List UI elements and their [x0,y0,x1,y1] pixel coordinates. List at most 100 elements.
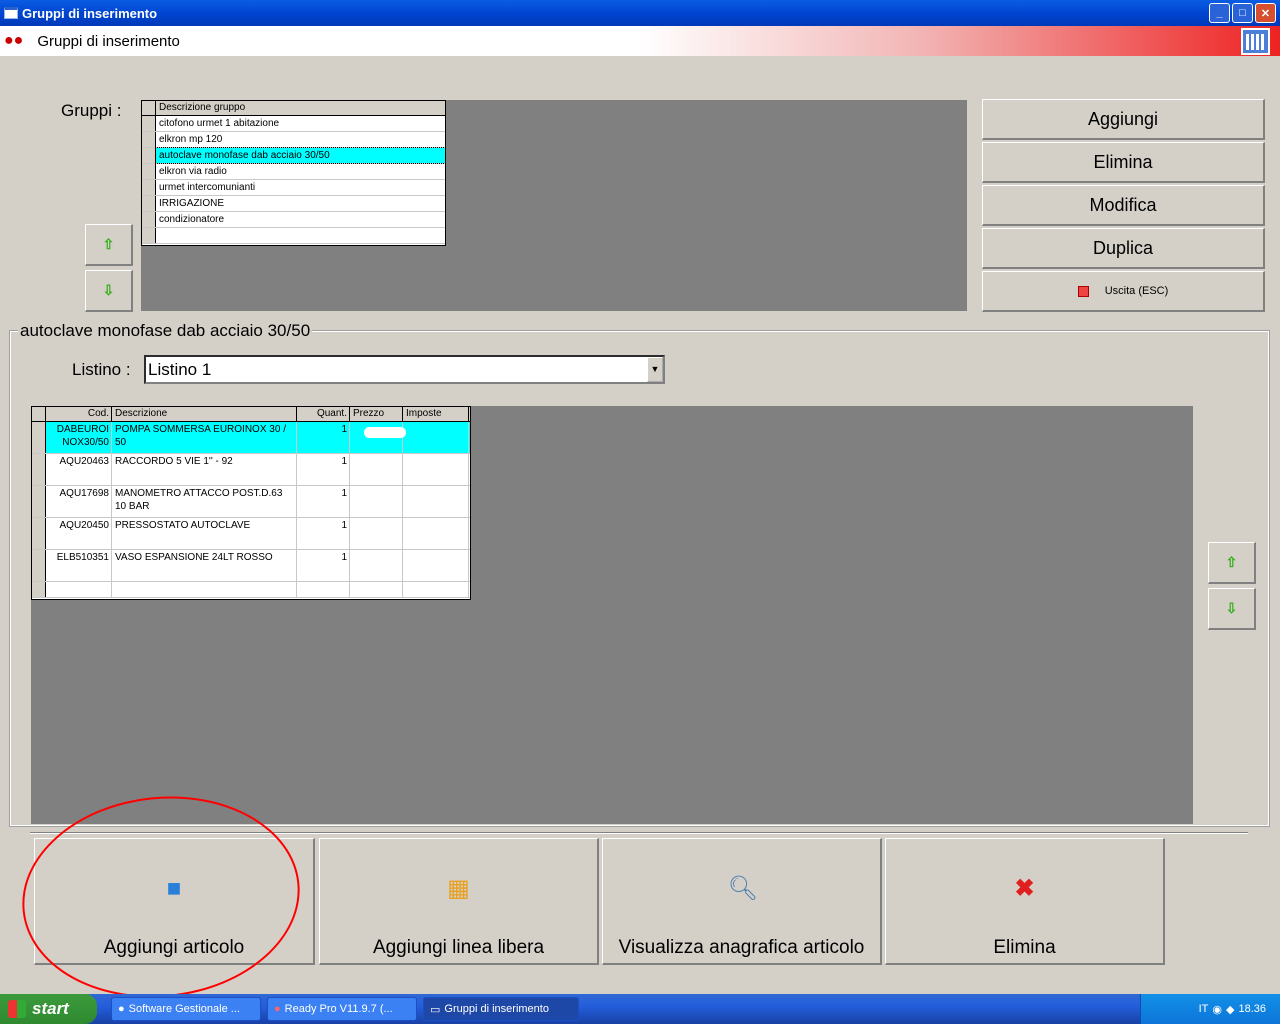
taskbar-item-label: Ready Pro V11.9.7 (... [284,1003,393,1015]
network-icon[interactable]: ◉ [1212,1003,1222,1016]
edit-group-button[interactable]: Modifica [982,185,1265,226]
column-header[interactable]: Cod. [46,407,112,421]
chevron-down-icon[interactable]: ▼ [647,357,663,382]
article-qty-cell: 1 [297,518,350,549]
arrow-down-icon: ⇩ [1225,600,1238,616]
clock: 18.36 [1238,1003,1266,1015]
exit-label: Uscita (ESC) [1104,285,1169,297]
column-header[interactable]: Descrizione [112,407,297,421]
new-row[interactable] [32,582,470,598]
table-add-icon: ▦ [447,875,470,902]
article-tax-cell [403,518,469,549]
view-article-button[interactable]: 🔍︎ Visualizza anagrafica articolo [602,838,882,965]
redacted-price-mark [364,427,406,438]
magnifier-document-icon: 🔍︎ [727,875,758,902]
article-desc-cell: MANOMETRO ATTACCO POST.D.63 10 BAR [112,486,297,517]
delete-article-label: Elimina [993,937,1056,958]
group-row[interactable]: IRRIGAZIONE [142,196,445,212]
row-header[interactable] [142,116,156,131]
window-icon [4,7,18,19]
group-row[interactable]: elkron mp 120 [142,132,445,148]
duplicate-group-button[interactable]: Duplica [982,228,1265,269]
article-row[interactable]: AQU20450 PRESSOSTATO AUTOCLAVE 1 [32,518,470,550]
groups-column-header[interactable]: Descrizione gruppo [156,101,445,115]
article-tax-cell [403,486,469,517]
calendar-icon[interactable] [1241,28,1270,55]
add-free-line-button[interactable]: ▦ Aggiungi linea libera [319,838,599,965]
article-qty-cell: 1 [297,486,350,517]
articles-move-down-button[interactable]: ⇩ [1208,588,1256,630]
article-row[interactable]: AQU17698 MANOMETRO ATTACCO POST.D.63 10 B… [32,486,470,518]
shield-icon[interactable]: ◆ [1226,1003,1234,1016]
start-button[interactable]: start [0,994,97,1024]
group-cell: condizionatore [159,214,225,225]
article-row[interactable]: ELB510351 VASO ESPANSIONE 24LT ROSSO 1 [32,550,470,582]
delete-article-button[interactable]: ✖ Elimina [885,838,1165,965]
group-row[interactable]: autoclave monofase dab acciaio 30/50 [142,147,445,164]
delete-group-button[interactable]: Elimina [982,142,1265,183]
window-titlebar: Gruppi di inserimento _ □ ✕ [0,0,1280,26]
article-qty-cell: 1 [297,422,350,453]
taskbar-item[interactable]: ● Ready Pro V11.9.7 (... [267,997,417,1021]
taskbar-item-label: Software Gestionale ... [128,1003,240,1015]
group-row[interactable]: urmet intercomunianti [142,180,445,196]
article-row[interactable]: DABEUROI NOX30/50 POMPA SOMMERSA EUROINOX… [32,422,470,454]
taskbar: start ● Software Gestionale ... ● Ready Pr… [0,994,1280,1024]
article-desc-cell: RACCORDO 5 VIE 1'' - 92 [112,454,297,485]
row-header[interactable] [142,132,156,147]
row-header[interactable] [32,582,46,597]
articles-move-up-button[interactable]: ⇧ [1208,542,1256,584]
add-free-line-label: Aggiungi linea libera [372,937,545,958]
row-header[interactable] [142,164,156,179]
row-header[interactable] [142,212,156,227]
column-header[interactable]: Prezzo [350,407,403,421]
groups-move-up-button[interactable]: ⇧ [85,224,133,266]
taskbar-item[interactable]: ● Software Gestionale ... [111,997,261,1021]
taskbar-item-label: Gruppi di inserimento [444,1003,549,1015]
group-row[interactable]: condizionatore [142,212,445,228]
article-tax-cell [403,550,469,581]
row-header[interactable] [32,550,46,581]
row-header[interactable] [142,180,156,195]
article-desc-cell: PRESSOSTATO AUTOCLAVE [112,518,297,549]
group-cell: elkron mp 120 [159,134,223,145]
column-header[interactable]: Quant. [297,407,350,421]
article-desc-cell: POMPA SOMMERSA EUROINOX 30 / 50 [112,422,297,453]
window-icon: ▭ [430,1003,441,1016]
article-row[interactable]: AQU20463 RACCORDO 5 VIE 1'' - 92 1 [32,454,470,486]
app-header: ●● Gruppi di inserimento [0,26,1280,56]
listino-value: Listino 1 [148,360,212,379]
group-row[interactable] [142,228,445,244]
arrow-down-icon: ⇩ [102,282,115,298]
view-article-label: Visualizza anagrafica articolo [618,937,865,958]
row-header[interactable] [142,228,156,243]
article-cod-cell [46,582,112,597]
arrow-up-icon: ⇧ [1225,554,1238,570]
groups-move-down-button[interactable]: ⇩ [85,270,133,312]
group-row[interactable]: citofono urmet 1 abitazione [142,116,445,132]
minimize-button[interactable]: _ [1209,3,1230,23]
close-button[interactable]: ✕ [1255,3,1276,23]
row-header[interactable] [32,422,46,453]
column-header[interactable]: Imposte [403,407,469,421]
row-header[interactable] [142,196,156,211]
groups-grid[interactable]: Descrizione gruppo citofono urmet 1 abit… [141,100,446,246]
group-detail-title: autoclave monofase dab acciaio 30/50 [18,321,313,341]
row-header[interactable] [32,454,46,485]
taskbar-item-active[interactable]: ▭ Gruppi di inserimento [423,997,579,1021]
listino-label: Listino : [72,360,131,379]
strawberry-logo-icon: ●● [4,32,24,49]
add-group-button[interactable]: Aggiungi [982,99,1265,140]
group-row[interactable]: elkron via radio [142,164,445,180]
article-price-cell [350,454,403,485]
article-tax-cell [403,582,469,597]
maximize-button[interactable]: □ [1232,3,1253,23]
language-indicator[interactable]: IT [1199,1003,1209,1015]
exit-button[interactable]: Uscita (ESC) [982,271,1265,312]
article-tax-cell [403,422,469,453]
row-header[interactable] [32,486,46,517]
listino-select[interactable]: Listino 1 ▼ [144,355,665,384]
header-title: Gruppi di inserimento [37,32,180,50]
row-header[interactable] [32,518,46,549]
row-header[interactable] [142,148,156,163]
